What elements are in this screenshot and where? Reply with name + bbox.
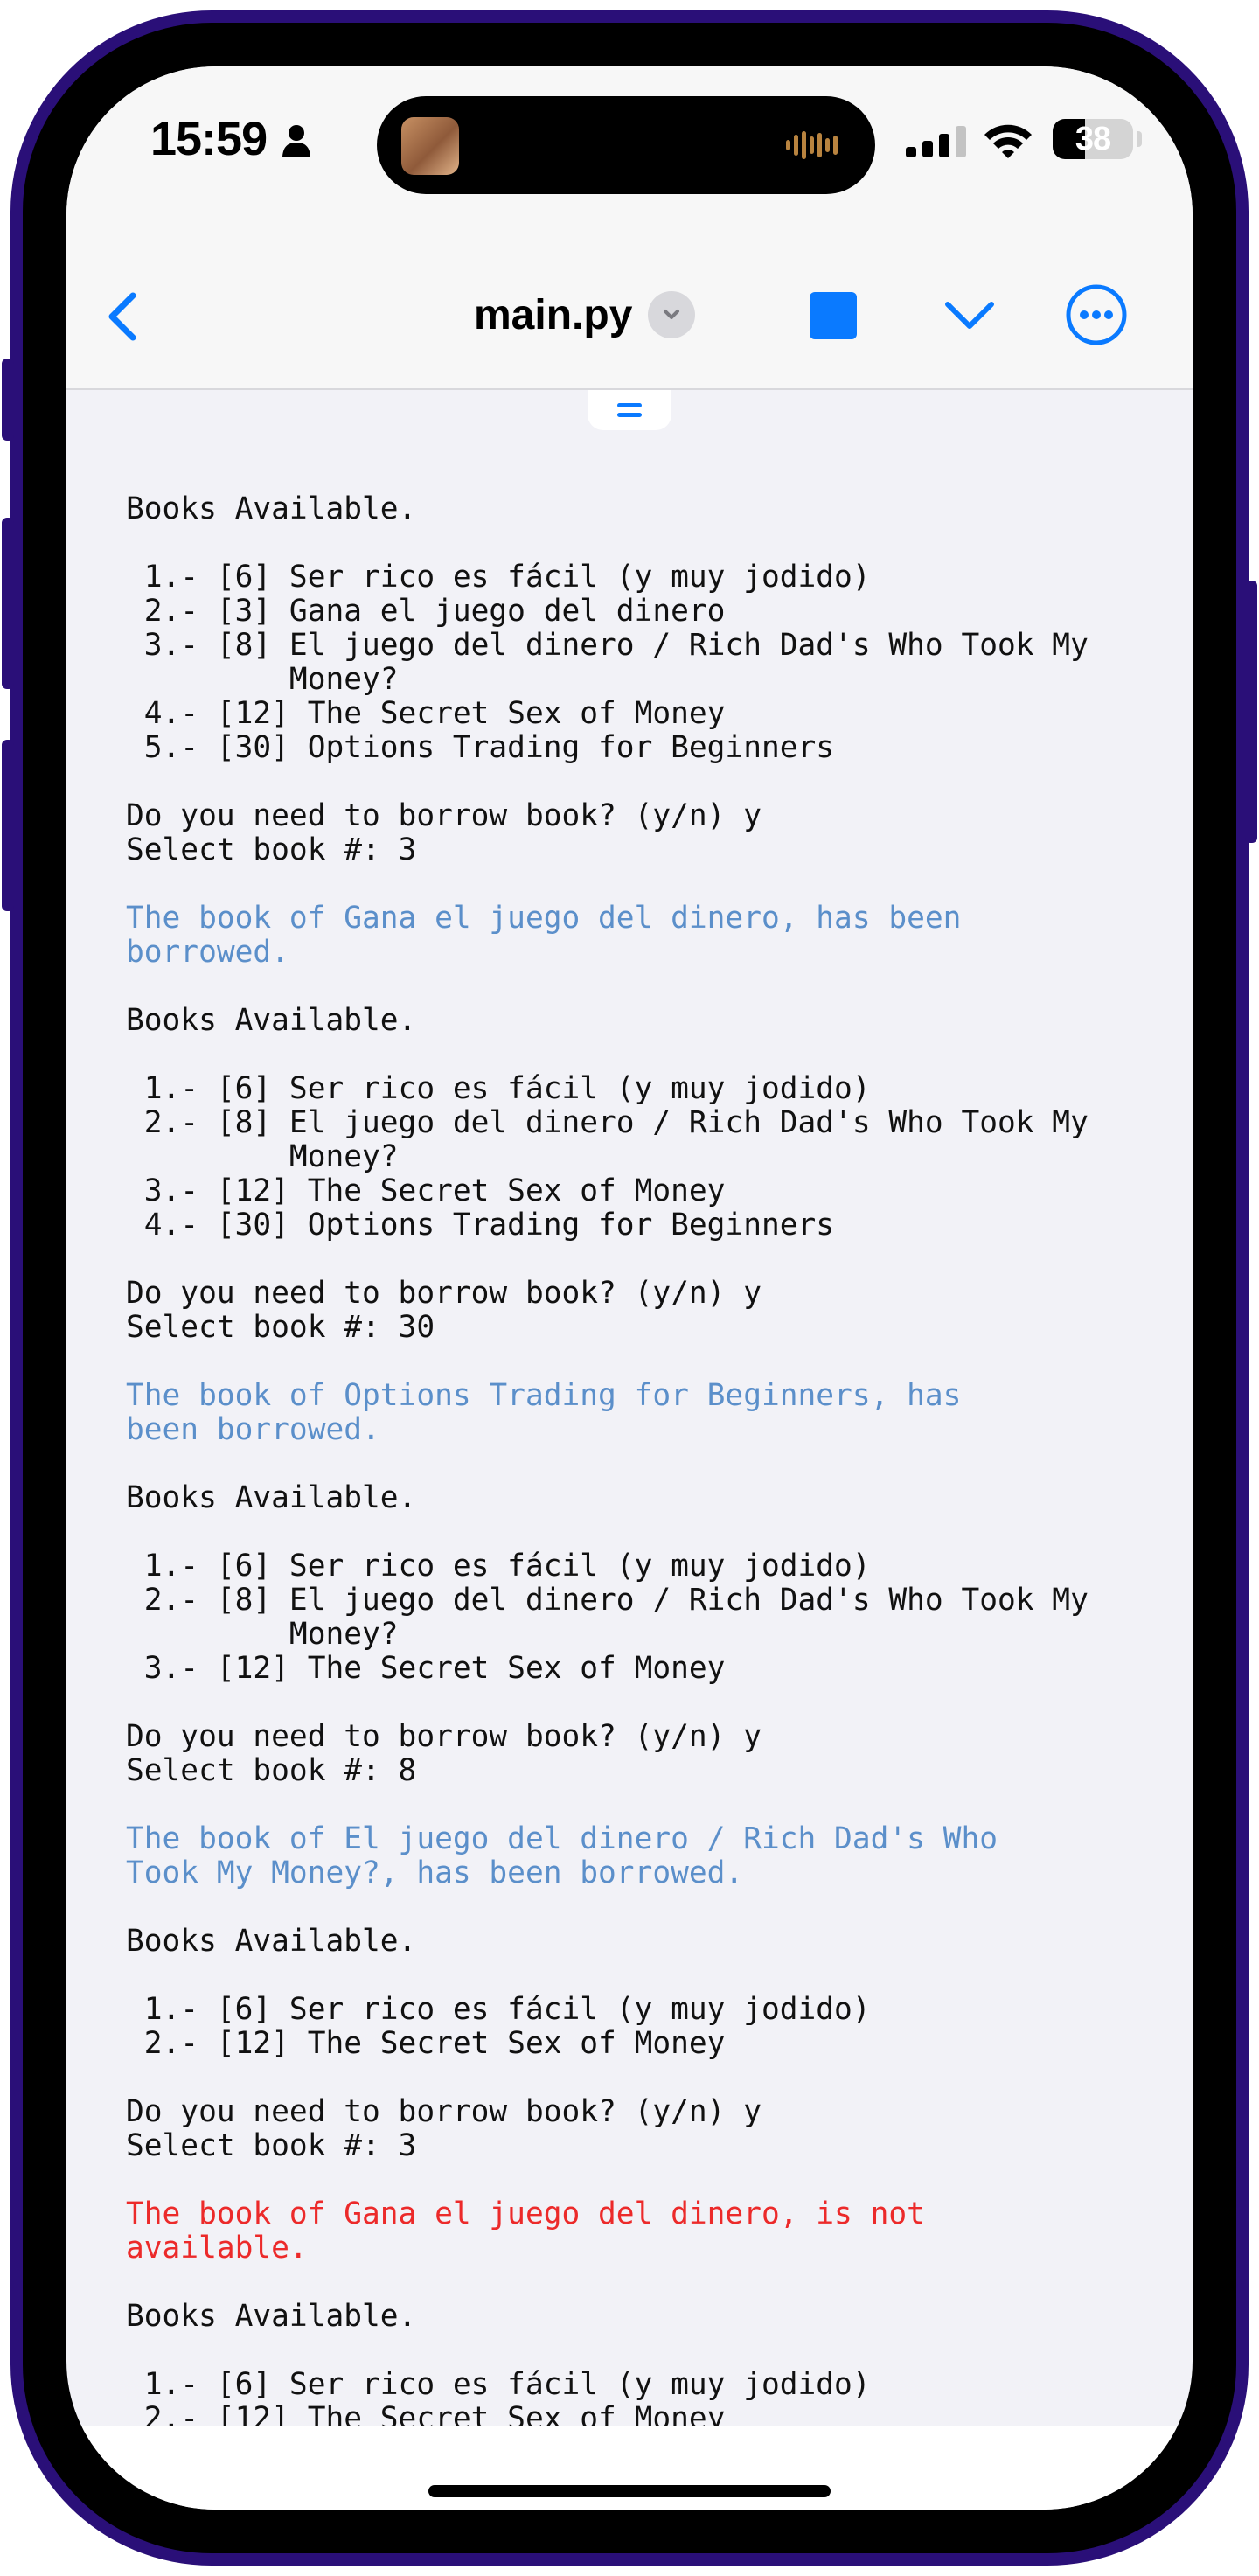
file-title: main.py	[474, 291, 633, 338]
stop-square-icon	[810, 292, 857, 339]
person-icon	[282, 125, 310, 157]
console-line: 1.- [6] Ser rico es fácil (y muy jodido)	[126, 1071, 871, 1106]
console-line: available.	[126, 2231, 308, 2266]
screen: 15:59 38 main.py Books Available. 1.- [6…	[66, 66, 1193, 2510]
power-button	[1245, 581, 1257, 843]
battery-icon: 38	[1053, 119, 1133, 159]
console-line: 4.- [30] Options Trading for Beginners	[126, 1208, 835, 1243]
collapse-button[interactable]	[930, 285, 1009, 346]
home-indicator[interactable]	[428, 2485, 831, 2497]
console-line: been borrowed.	[126, 1412, 380, 1447]
console-line: 1.- [6] Ser rico es fácil (y muy jodido)	[126, 1992, 871, 2027]
battery-cap	[1137, 131, 1142, 147]
console-line: 1.- [6] Ser rico es fácil (y muy jodido)	[126, 1549, 871, 1584]
console-line: Select book #: 30	[126, 1310, 435, 1345]
volume-down-button	[2, 740, 14, 911]
console-line: 1.- [6] Ser rico es fácil (y muy jodido)	[126, 2367, 871, 2402]
console-line: Books Available.	[126, 1480, 417, 1515]
ellipsis-circle-icon	[1066, 284, 1127, 345]
now-playing-artwork	[401, 117, 459, 175]
console-line: 2.- [8] El juego del dinero / Rich Dad's…	[126, 1583, 1089, 1618]
console-line: 4.- [12] The Secret Sex of Money	[126, 696, 726, 731]
back-button[interactable]	[87, 280, 161, 353]
action-button	[2, 359, 14, 441]
console-line: 3.- [12] The Secret Sex of Money	[126, 1173, 726, 1208]
console-line: Select book #: 3	[126, 2128, 417, 2163]
console-line: 3.- [12] The Secret Sex of Money	[126, 1651, 726, 1686]
stop-button[interactable]	[801, 283, 866, 348]
console-line: Do you need to borrow book? (y/n) y	[126, 1276, 762, 1311]
console-line: Took My Money?, has been borrowed.	[126, 1855, 744, 1890]
console-line: 2.- [3] Gana el juego del dinero	[126, 594, 726, 629]
console-line: Do you need to borrow book? (y/n) y	[126, 1719, 762, 1754]
console-line: Money?	[126, 662, 399, 697]
status-bar: 15:59 38	[66, 66, 1193, 241]
drag-handle-icon[interactable]	[588, 390, 671, 430]
chevron-left-icon	[108, 292, 136, 341]
console-output: Books Available. 1.- [6] Ser rico es fác…	[126, 458, 1175, 2504]
console-line: Books Available.	[126, 1003, 417, 1038]
console-line: Books Available.	[126, 1924, 417, 1959]
console-line: The book of Gana el juego del dinero, ha…	[126, 901, 962, 936]
console-line: 5.- [30] Options Trading for Beginners	[126, 730, 835, 765]
console-line: Do you need to borrow book? (y/n) y	[126, 798, 762, 833]
console-line: 2.- [12] The Secret Sex of Money	[126, 2026, 726, 2061]
console-line: The book of Gana el juego del dinero, is…	[126, 2197, 925, 2231]
chevron-down-icon	[945, 302, 994, 329]
status-time: 15:59	[150, 113, 268, 165]
console-line: Money?	[126, 1617, 399, 1652]
console-line: borrowed.	[126, 935, 289, 970]
more-button[interactable]	[1063, 282, 1130, 348]
cellular-signal-icon	[906, 126, 966, 157]
console-line: The book of El juego del dinero / Rich D…	[126, 1821, 998, 1856]
console-line: Books Available.	[126, 491, 417, 526]
console-line: 2.- [8] El juego del dinero / Rich Dad's…	[126, 1105, 1089, 1140]
waveform-icon	[786, 131, 838, 159]
chevron-down-circle-icon	[648, 291, 696, 338]
wifi-icon	[984, 124, 1032, 158]
volume-up-button	[2, 518, 14, 689]
console-line: The book of Options Trading for Beginner…	[126, 1378, 962, 1413]
file-title-menu[interactable]: main.py	[474, 283, 696, 346]
console-line: Money?	[126, 1139, 399, 1174]
console-line: Books Available.	[126, 2299, 417, 2334]
navigation-bar: main.py	[66, 241, 1193, 390]
console-line: 3.- [8] El juego del dinero / Rich Dad's…	[126, 628, 1089, 663]
console-line: Select book #: 3	[126, 832, 417, 867]
console-line: Select book #: 8	[126, 1753, 417, 1788]
dynamic-island[interactable]	[377, 96, 875, 194]
console-line: 1.- [6] Ser rico es fácil (y muy jodido)	[126, 560, 871, 595]
battery-level: 38	[1075, 120, 1111, 157]
console-line: Do you need to borrow book? (y/n) y	[126, 2094, 762, 2129]
